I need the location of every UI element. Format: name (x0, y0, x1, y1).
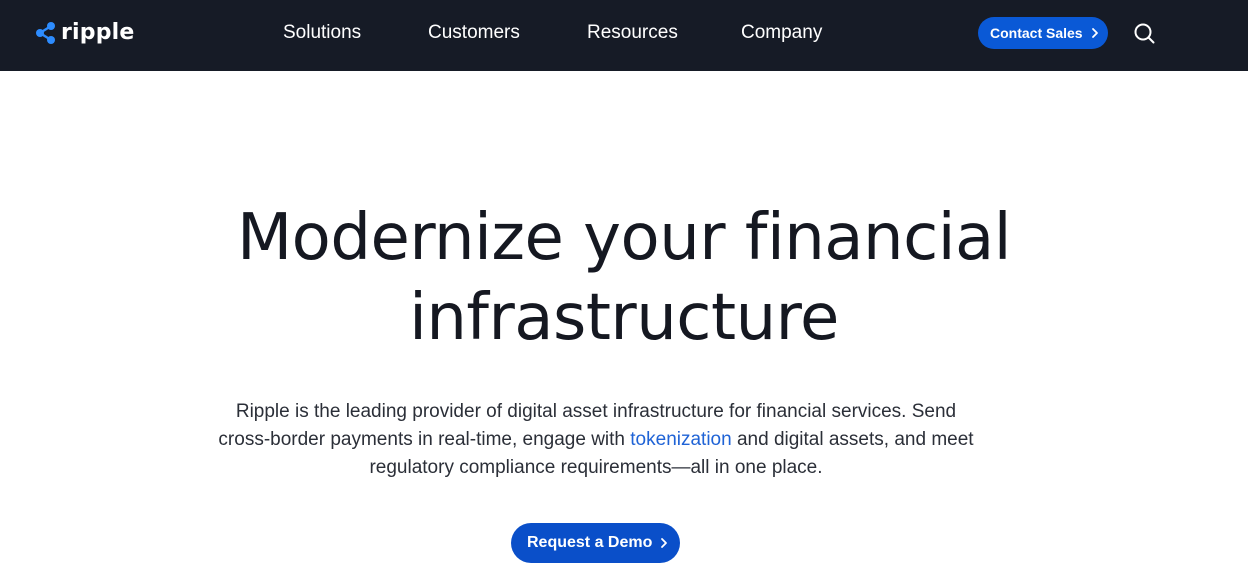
headline-line-1: Modernize your financial (236, 201, 1012, 275)
nav-resources[interactable]: Resources (587, 20, 678, 46)
nav-solutions[interactable]: Solutions (283, 20, 361, 46)
contact-sales-button[interactable]: Contact Sales (978, 17, 1108, 49)
headline-line-2: infrastructure (409, 281, 839, 355)
top-navigation-bar: ripple Solutions Customers Resources Com… (0, 0, 1248, 71)
request-demo-label: Request a Demo (527, 534, 653, 551)
nav-company[interactable]: Company (741, 20, 822, 46)
nav-customers[interactable]: Customers (428, 20, 520, 46)
hero-headline: Modernize your financial infrastructure (124, 198, 1124, 358)
chevron-right-icon (661, 538, 668, 548)
contact-sales-label: Contact Sales (990, 25, 1083, 41)
search-icon (1134, 23, 1155, 44)
logo-wordmark: ripple (61, 20, 135, 45)
chevron-right-icon (1091, 28, 1098, 38)
ripple-logo-icon (36, 22, 55, 44)
ripple-logo[interactable]: ripple (35, 18, 135, 48)
request-demo-button[interactable]: Request a Demo (511, 523, 680, 563)
tokenization-link[interactable]: tokenization (630, 429, 731, 450)
hero-description: Ripple is the leading provider of digita… (214, 398, 978, 482)
search-button[interactable] (1131, 20, 1157, 46)
